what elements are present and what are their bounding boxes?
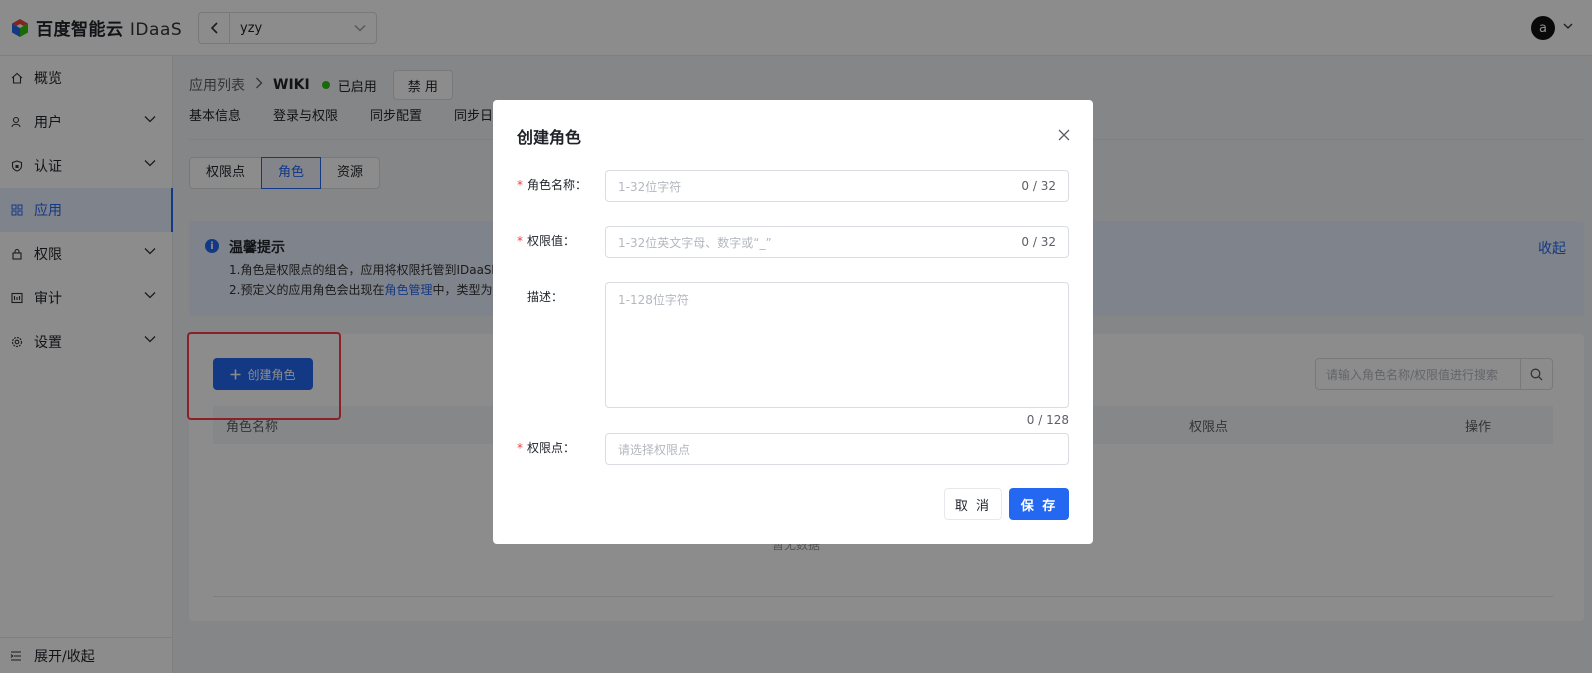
description-label: 描述： bbox=[527, 290, 564, 304]
cancel-button[interactable]: 取 消 bbox=[944, 488, 1002, 520]
permission-value-count: 0 / 32 bbox=[1021, 235, 1056, 249]
dialog-title: 创建角色 bbox=[517, 128, 582, 147]
permission-value-label: * 权限值： bbox=[517, 234, 576, 248]
description-textarea[interactable]: 1-128位字符 bbox=[605, 282, 1069, 408]
save-button[interactable]: 保 存 bbox=[1009, 488, 1069, 520]
role-name-input[interactable]: 1-32位字符 0 / 32 bbox=[605, 170, 1069, 202]
permission-value-input[interactable]: 1-32位英文字母、数字或“_” 0 / 32 bbox=[605, 226, 1069, 258]
close-icon[interactable] bbox=[1057, 128, 1071, 142]
role-name-label: * 角色名称： bbox=[517, 178, 588, 192]
role-name-count: 0 / 32 bbox=[1021, 179, 1056, 193]
description-count: 0 / 128 bbox=[1026, 413, 1069, 427]
permission-points-label: * 权限点： bbox=[517, 441, 576, 455]
permission-points-select[interactable]: 请选择权限点 bbox=[605, 433, 1069, 465]
create-role-dialog: 创建角色 * 角色名称： 1-32位字符 0 / 32 * 权限值： 1-32位英文… bbox=[493, 100, 1093, 544]
